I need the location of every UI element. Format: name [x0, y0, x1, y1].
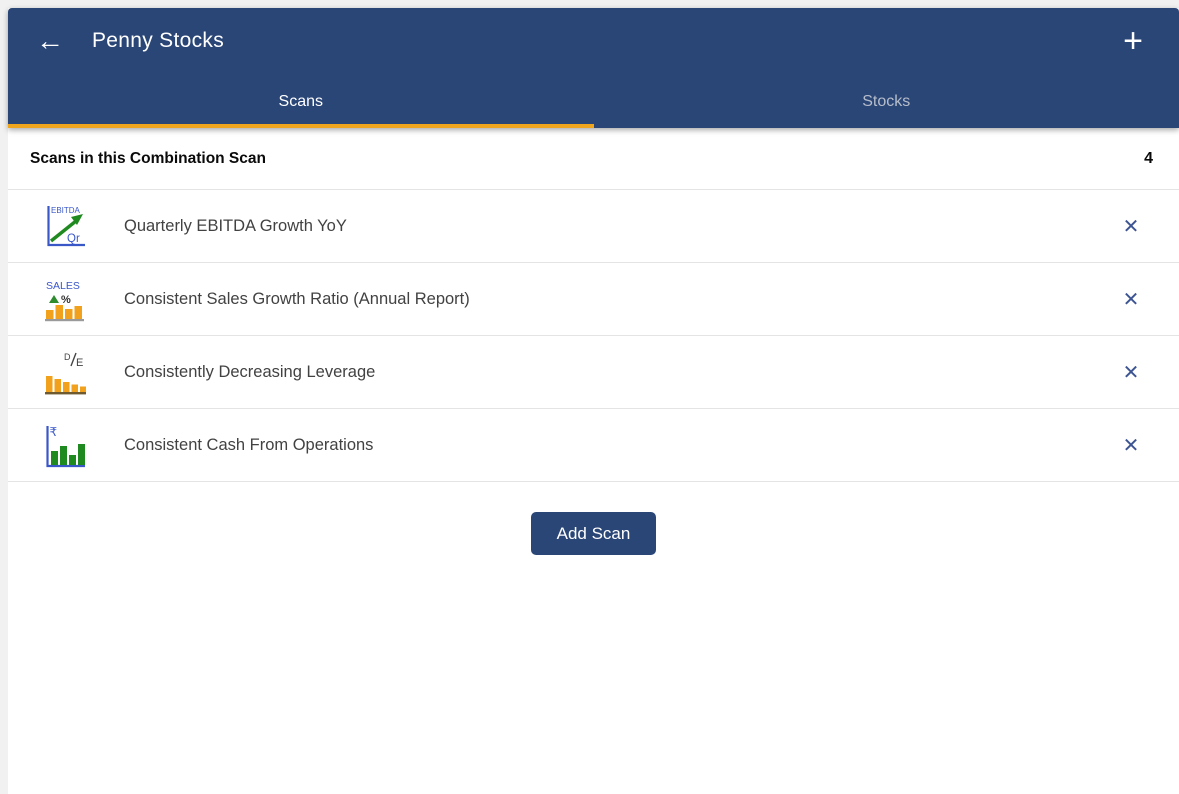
icon-text-ebitda: EBITDA	[51, 206, 81, 215]
icon-text-qr: Qr	[67, 233, 80, 245]
remove-scan-button[interactable]: ✕	[1117, 212, 1145, 240]
back-arrow-icon: ←	[36, 25, 64, 56]
remove-scan-button[interactable]: ✕	[1117, 431, 1145, 459]
app-header: ← Penny Stocks + Scans Stocks	[8, 8, 1179, 128]
icon-text-e: E	[76, 357, 83, 369]
header-toolbar: ← Penny Stocks +	[8, 8, 1179, 74]
scan-row-cash-operations[interactable]: ₹ Consistent Cash From Operations ✕	[8, 409, 1179, 482]
scan-label: Consistent Cash From Operations	[124, 435, 374, 454]
remove-scan-button[interactable]: ✕	[1117, 358, 1145, 386]
remove-scan-button[interactable]: ✕	[1117, 285, 1145, 313]
section-title: Scans in this Combination Scan	[30, 149, 266, 167]
scan-count-badge: 4	[1144, 149, 1153, 167]
app-window: ← Penny Stocks + Scans Stocks Scans in t…	[8, 8, 1179, 794]
icon-text-d: D	[64, 352, 71, 362]
debt-equity-decreasing-bars-icon: D E	[45, 352, 86, 395]
tab-scans[interactable]: Scans	[8, 80, 594, 124]
scan-row-decreasing-leverage[interactable]: D E Consistently Decreasing Leverage ✕	[8, 336, 1179, 409]
tab-bar: Scans Stocks	[8, 80, 1179, 124]
plus-icon: +	[1123, 22, 1143, 60]
tab-stocks[interactable]: Stocks	[594, 80, 1179, 124]
back-button[interactable]: ←	[30, 21, 70, 61]
active-tab-underline	[8, 124, 594, 128]
page-title: Penny Stocks	[92, 29, 224, 52]
scan-row-sales-growth[interactable]: SALES % Consistent Sales Growth Ratio (A…	[8, 263, 1179, 336]
scan-list: EBITDA Qr Quarterly EBITDA Growth YoY ✕ …	[8, 190, 1179, 482]
scan-row-ebitda-growth[interactable]: EBITDA Qr Quarterly EBITDA Growth YoY ✕	[8, 190, 1179, 263]
button-container: Add Scan	[8, 512, 1179, 555]
add-button[interactable]: +	[1113, 21, 1153, 61]
ebitda-quarterly-growth-chart-icon: EBITDA Qr	[47, 206, 85, 247]
sales-growth-bar-chart-icon: SALES %	[45, 280, 84, 322]
icon-text-percent: %	[61, 294, 71, 306]
close-icon: ✕	[1122, 288, 1140, 311]
scan-label: Quarterly EBITDA Growth YoY	[124, 216, 347, 235]
icon-text-sales: SALES	[46, 280, 80, 292]
rupee-cash-bar-chart-icon: ₹	[46, 425, 85, 468]
scan-label: Consistent Sales Growth Ratio (Annual Re…	[124, 289, 470, 308]
close-icon: ✕	[1122, 215, 1140, 238]
section-header: Scans in this Combination Scan 4	[8, 128, 1179, 190]
scan-label: Consistently Decreasing Leverage	[124, 362, 376, 381]
icon-text-rupee: ₹	[50, 425, 58, 439]
close-icon: ✕	[1122, 361, 1140, 384]
add-scan-button[interactable]: Add Scan	[530, 512, 657, 555]
close-icon: ✕	[1122, 434, 1140, 457]
